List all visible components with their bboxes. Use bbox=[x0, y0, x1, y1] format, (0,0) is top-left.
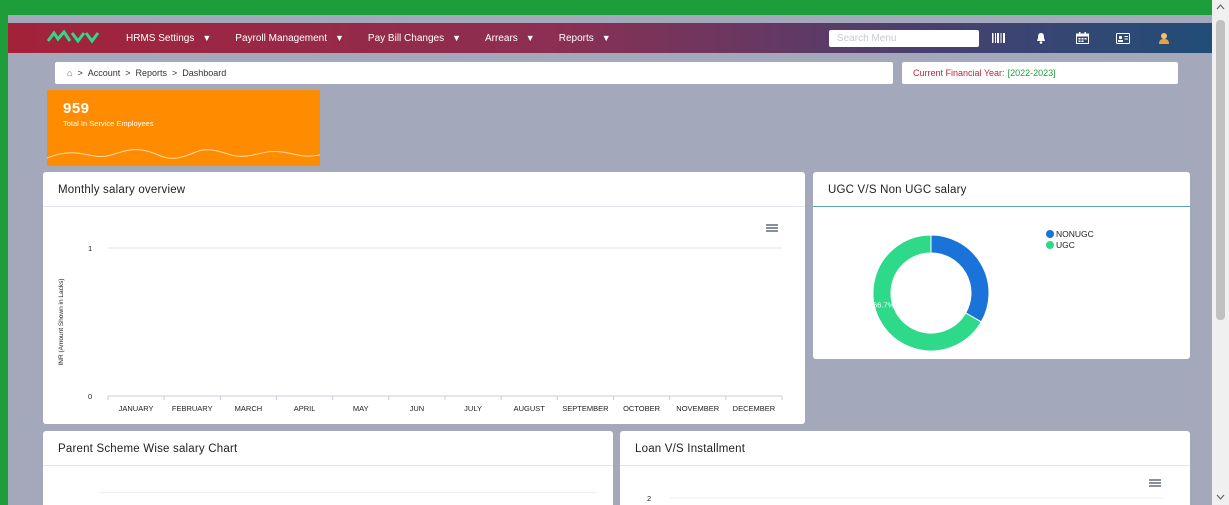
menu-arrears[interactable]: Arrears ▼ bbox=[485, 33, 535, 44]
y-axis-label: INR (Amount Shown in Lacks) bbox=[58, 278, 65, 365]
y-tick-label: 2 bbox=[647, 494, 651, 503]
x-tick-label: MARCH bbox=[235, 404, 263, 413]
breadcrumb-reports[interactable]: Reports bbox=[136, 68, 168, 78]
breadcrumb-separator: > bbox=[125, 68, 131, 78]
menu-pay-bill-changes[interactable]: Pay Bill Changes ▼ bbox=[368, 33, 461, 44]
scroll-up-icon bbox=[1216, 4, 1225, 10]
wave-decoration bbox=[47, 149, 320, 159]
main-menu: HRMS Settings ▼ Payroll Management ▼ Pay B… bbox=[126, 23, 635, 53]
parent-scheme-panel: Parent Scheme Wise salary Chart bbox=[43, 431, 613, 505]
panel-divider bbox=[43, 465, 613, 466]
menu-label: Payroll Management bbox=[235, 32, 327, 44]
top-navbar: HRMS Settings ▼ Payroll Management ▼ Pay B… bbox=[8, 23, 1220, 53]
legend-dot bbox=[1046, 241, 1054, 249]
y-tick-label: 1 bbox=[88, 244, 92, 253]
search-menu-input[interactable] bbox=[829, 30, 979, 47]
panel-title: Parent Scheme Wise salary Chart bbox=[58, 443, 238, 455]
legend-item-ugc[interactable]: UGC bbox=[1046, 240, 1094, 250]
x-tick-label: AUGUST bbox=[514, 404, 546, 413]
menu-reports[interactable]: Reports ▼ bbox=[559, 33, 611, 44]
legend-dot bbox=[1046, 230, 1054, 238]
menu-label: Arrears bbox=[485, 32, 518, 44]
x-tick-label: JULY bbox=[464, 404, 482, 413]
scroll-thumb bbox=[1216, 20, 1225, 320]
gridline bbox=[100, 492, 596, 493]
menu-label: Pay Bill Changes bbox=[367, 32, 445, 44]
breadcrumb-separator: > bbox=[172, 68, 178, 78]
id-card-icon[interactable] bbox=[1114, 30, 1132, 46]
scrollbar-arrows bbox=[1216, 4, 1225, 500]
monthly-salary-panel: Monthly salary overview 0 1 JANUARY FEBRUAR… bbox=[43, 172, 805, 424]
breadcrumb-separator: > bbox=[77, 68, 83, 78]
legend-item-nonugc[interactable]: NONUGC bbox=[1046, 229, 1094, 239]
user-avatar-icon[interactable] bbox=[1155, 30, 1173, 46]
x-tick-label: JUN bbox=[410, 404, 425, 413]
breadcrumb-dashboard: Dashboard bbox=[182, 68, 227, 78]
caret-down-icon: ▼ bbox=[335, 33, 344, 43]
bell-icon[interactable] bbox=[1032, 30, 1050, 46]
calendar-icon[interactable] bbox=[1073, 30, 1091, 46]
y-tick-label: 0 bbox=[88, 392, 92, 401]
scroll-down-icon bbox=[1216, 494, 1225, 500]
financial-year-value: [2022-2023] bbox=[1007, 68, 1056, 78]
x-tick-label: DECEMBER bbox=[733, 404, 776, 413]
barcode-icon[interactable] bbox=[990, 30, 1008, 46]
financial-year-box: Current Financial Year: [2022-2023] bbox=[902, 62, 1178, 84]
stat-value: 959 bbox=[63, 100, 90, 117]
legend-label: UGC bbox=[1056, 240, 1075, 250]
monthly-salary-chart: 0 1 JANUARY FEBRUARY MARCH APRIL MAY JUN JULY AUG… bbox=[58, 244, 783, 413]
data-label: 33.3% bbox=[969, 241, 991, 250]
caret-down-icon: ▼ bbox=[202, 33, 212, 43]
caret-down-icon: ▼ bbox=[601, 33, 611, 43]
logo[interactable] bbox=[46, 29, 102, 45]
breadcrumb-account[interactable]: Account bbox=[88, 68, 121, 78]
breadcrumb: ⌂ > Account > Reports > Dashboard bbox=[55, 62, 893, 84]
menu-label: HRMS Settings bbox=[126, 32, 195, 44]
loan-panel: Loan V/S Installment 2 bbox=[620, 431, 1190, 505]
loan-chart: 2 bbox=[647, 494, 1165, 503]
x-tick-label: FEBRUARY bbox=[172, 404, 213, 413]
financial-year-label: Current Financial Year: bbox=[913, 68, 1005, 78]
app-frame: HRMS Settings ▼ Payroll Management ▼ Pay B… bbox=[8, 15, 1220, 505]
caret-down-icon: ▼ bbox=[525, 33, 535, 43]
in-service-employees-card[interactable]: 959 Total In Service Employees bbox=[47, 90, 320, 166]
ugc-salary-panel: UGC V/S Non UGC salary 33.3% 66.7% NONUGC… bbox=[813, 172, 1190, 359]
ugc-legend: NONUGC UGC bbox=[1046, 229, 1094, 251]
menu-label: Reports bbox=[558, 32, 594, 44]
legend-label: NONUGC bbox=[1056, 229, 1094, 239]
menu-payroll-management[interactable]: Payroll Management ▼ bbox=[235, 33, 344, 44]
x-tick-label: APRIL bbox=[294, 404, 316, 413]
caret-down-icon: ▼ bbox=[452, 33, 461, 43]
data-label: 66.7% bbox=[873, 301, 895, 310]
home-icon[interactable]: ⌂ bbox=[67, 68, 72, 78]
menu-hrms-settings[interactable]: HRMS Settings ▼ bbox=[126, 33, 211, 44]
x-tick-label: SEPTEMBER bbox=[562, 404, 609, 413]
x-tick-label: OCTOBER bbox=[623, 404, 661, 413]
ugc-donut-chart: 33.3% 66.7% bbox=[872, 234, 991, 352]
x-tick-label: JANUARY bbox=[119, 404, 154, 413]
x-tick-label: NOVEMBER bbox=[676, 404, 720, 413]
x-tick-label: MAY bbox=[353, 404, 369, 413]
stat-label: Total In Service Employees bbox=[63, 119, 154, 128]
page-scrollbar[interactable] bbox=[1212, 0, 1229, 505]
